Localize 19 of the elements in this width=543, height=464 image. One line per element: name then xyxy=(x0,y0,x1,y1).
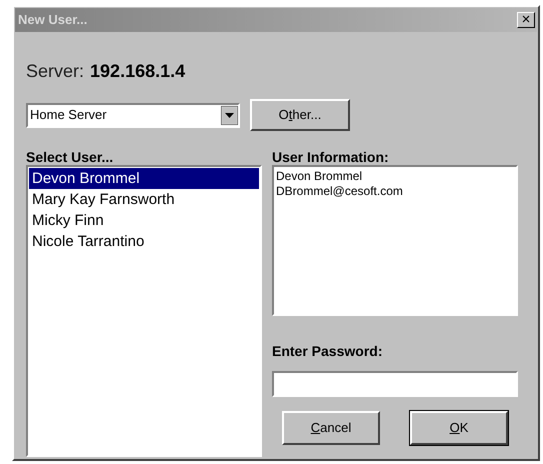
user-list-item[interactable]: Micky Finn xyxy=(29,210,259,231)
dropdown-arrow-icon[interactable] xyxy=(221,106,238,124)
server-address: 192.168.1.4 xyxy=(90,60,186,83)
select-user-label: Select User... xyxy=(26,149,114,165)
user-list-item[interactable]: Devon Brommel xyxy=(29,168,259,189)
window-title: New User... xyxy=(18,11,88,30)
user-information-label: User Information: xyxy=(272,149,390,165)
close-button[interactable]: × xyxy=(517,12,535,28)
server-dropdown[interactable]: Home Server xyxy=(26,102,240,128)
server-label: Server: xyxy=(26,60,84,83)
dialog-button[interactable]: OK xyxy=(410,411,508,445)
user-info-line: DBrommel@cesoft.com xyxy=(276,184,404,199)
other-button[interactable]: Other... xyxy=(250,99,350,131)
dialog-button[interactable]: Cancel xyxy=(282,411,380,445)
enter-password-label: Enter Password: xyxy=(272,343,384,359)
user-list-item[interactable]: Mary Kay Farnsworth xyxy=(29,189,259,210)
user-info-line: Devon Brommel xyxy=(276,169,364,184)
user-list-item[interactable]: Nicole Tarrantino xyxy=(29,231,259,252)
password-field[interactable] xyxy=(272,371,518,397)
